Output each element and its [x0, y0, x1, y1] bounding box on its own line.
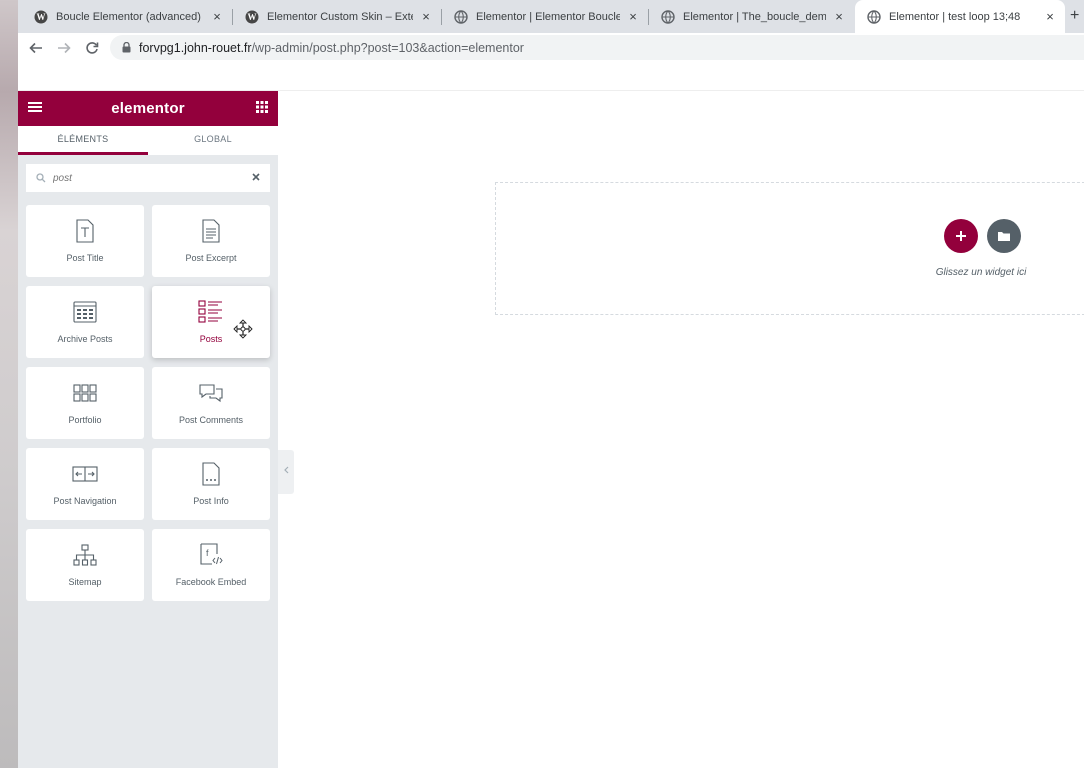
close-tab-icon[interactable]: ×: [626, 9, 640, 24]
browser-tab-title: Boucle Elementor (advanced) – V: [56, 10, 204, 23]
browser-tab-title: Elementor | The_boucle_demo: [683, 10, 826, 23]
widget-label: Posts: [199, 334, 223, 344]
empty-section-dropzone[interactable]: Glissez un widget ici: [495, 182, 1084, 315]
url-text: forvpg1.john-rouet.fr/wp-admin/post.php?…: [139, 41, 524, 55]
url-path: /wp-admin/post.php?post=103&action=eleme…: [251, 40, 524, 55]
post-title-icon: [76, 219, 94, 243]
add-section-button[interactable]: [944, 219, 978, 253]
tab-global[interactable]: GLOBAL: [148, 126, 278, 155]
widget-label: Post Title: [66, 253, 104, 263]
editor-canvas: Glissez un widget ici: [278, 91, 1084, 768]
folder-icon: [998, 232, 1010, 241]
svg-text:W: W: [37, 12, 46, 22]
browser-tab-title: Elementor Custom Skin – Extensi: [267, 10, 413, 23]
sitemap-icon: [73, 544, 97, 566]
browser-tab-1[interactable]: W Boucle Elementor (advanced) – V ×: [22, 0, 232, 33]
widget-portfolio[interactable]: Portfolio: [26, 367, 144, 439]
tab-elements[interactable]: ÉLÉMENTS: [18, 126, 148, 155]
elementor-panel: elementor ÉLÉMENTS GLOBAL Post Title: [18, 91, 278, 768]
move-cursor-icon: [233, 319, 253, 339]
widget-label: Archive Posts: [57, 334, 113, 344]
archive-posts-icon: [73, 301, 97, 323]
browser-tab-strip: W Boucle Elementor (advanced) – V × W El…: [18, 0, 1084, 33]
widget-label: Facebook Embed: [175, 577, 247, 587]
new-tab-button[interactable]: +: [1070, 7, 1084, 25]
posts-icon: [198, 300, 222, 323]
forward-button[interactable]: [54, 38, 74, 58]
post-comments-icon: [199, 384, 223, 403]
browser-tab-5[interactable]: Elementor | test loop 13;48 ×: [855, 0, 1065, 33]
widget-label: Post Info: [193, 496, 229, 506]
facebook-embed-icon: f: [200, 543, 223, 565]
widget-label: Post Comments: [178, 415, 244, 425]
widget-post-comments[interactable]: Post Comments: [152, 367, 270, 439]
browser-tab-title: Elementor | Elementor Boucle #9: [476, 10, 620, 23]
close-tab-icon[interactable]: ×: [1043, 9, 1057, 24]
portfolio-icon: [73, 384, 97, 402]
elementor-logo: elementor: [111, 100, 185, 117]
back-button[interactable]: [26, 38, 46, 58]
globe-icon: [867, 9, 881, 24]
widgets-grid-icon[interactable]: [252, 101, 268, 116]
widget-facebook-embed[interactable]: f Facebook Embed: [152, 529, 270, 601]
widget-sitemap[interactable]: Sitemap: [26, 529, 144, 601]
page-top-bar: [18, 62, 1084, 91]
widget-post-navigation[interactable]: Post Navigation: [26, 448, 144, 520]
widget-posts[interactable]: Posts: [152, 286, 270, 358]
widget-label: Portfolio: [68, 415, 102, 425]
panel-header: elementor: [18, 91, 278, 126]
widget-label: Post Navigation: [53, 496, 117, 506]
browser-toolbar: forvpg1.john-rouet.fr/wp-admin/post.php?…: [18, 33, 1084, 62]
chevron-left-icon: [284, 466, 289, 474]
globe-icon: [661, 9, 675, 24]
svg-text:W: W: [248, 12, 257, 22]
widget-search: [26, 164, 270, 192]
widget-label: Sitemap: [68, 577, 102, 587]
wordpress-icon: W: [34, 10, 48, 23]
clear-search-icon[interactable]: [252, 172, 260, 184]
arrow-right-icon: [58, 42, 71, 54]
reload-icon: [86, 42, 99, 54]
widget-post-excerpt[interactable]: Post Excerpt: [152, 205, 270, 277]
globe-icon: [454, 9, 468, 24]
widget-post-info[interactable]: Post Info: [152, 448, 270, 520]
hamburger-menu-icon[interactable]: [28, 100, 44, 118]
dropzone-hint: Glissez un widget ici: [935, 267, 1027, 278]
close-tab-icon[interactable]: ×: [419, 9, 433, 24]
desktop-background-strip: [0, 0, 18, 768]
post-excerpt-icon: [202, 219, 220, 243]
post-info-icon: [202, 462, 220, 486]
browser-tab-2[interactable]: W Elementor Custom Skin – Extensi ×: [233, 0, 441, 33]
reload-button[interactable]: [82, 38, 102, 58]
close-tab-icon[interactable]: ×: [210, 9, 224, 24]
widget-archive-posts[interactable]: Archive Posts: [26, 286, 144, 358]
post-navigation-icon: [72, 466, 98, 482]
lock-icon: [122, 42, 131, 53]
search-input[interactable]: [53, 172, 252, 184]
search-icon: [36, 173, 46, 183]
svg-text:f: f: [206, 548, 209, 558]
wordpress-icon: W: [245, 10, 259, 23]
collapse-panel-button[interactable]: [278, 450, 294, 494]
url-host: forvpg1.john-rouet.fr: [139, 40, 252, 55]
widget-post-title[interactable]: Post Title: [26, 205, 144, 277]
close-tab-icon[interactable]: ×: [832, 9, 846, 24]
address-bar[interactable]: forvpg1.john-rouet.fr/wp-admin/post.php?…: [110, 35, 1084, 60]
add-template-button[interactable]: [987, 219, 1021, 253]
screen: W Boucle Elementor (advanced) – V × W El…: [0, 0, 1084, 768]
browser-tab-3[interactable]: Elementor | Elementor Boucle #9 ×: [442, 0, 648, 33]
browser-tab-4[interactable]: Elementor | The_boucle_demo ×: [649, 0, 854, 33]
plus-icon: [956, 231, 966, 241]
browser-tab-title: Elementor | test loop 13;48: [889, 10, 1021, 23]
widget-label: Post Excerpt: [185, 253, 237, 263]
arrow-left-icon: [29, 42, 42, 54]
panel-tabs: ÉLÉMENTS GLOBAL: [18, 126, 278, 155]
